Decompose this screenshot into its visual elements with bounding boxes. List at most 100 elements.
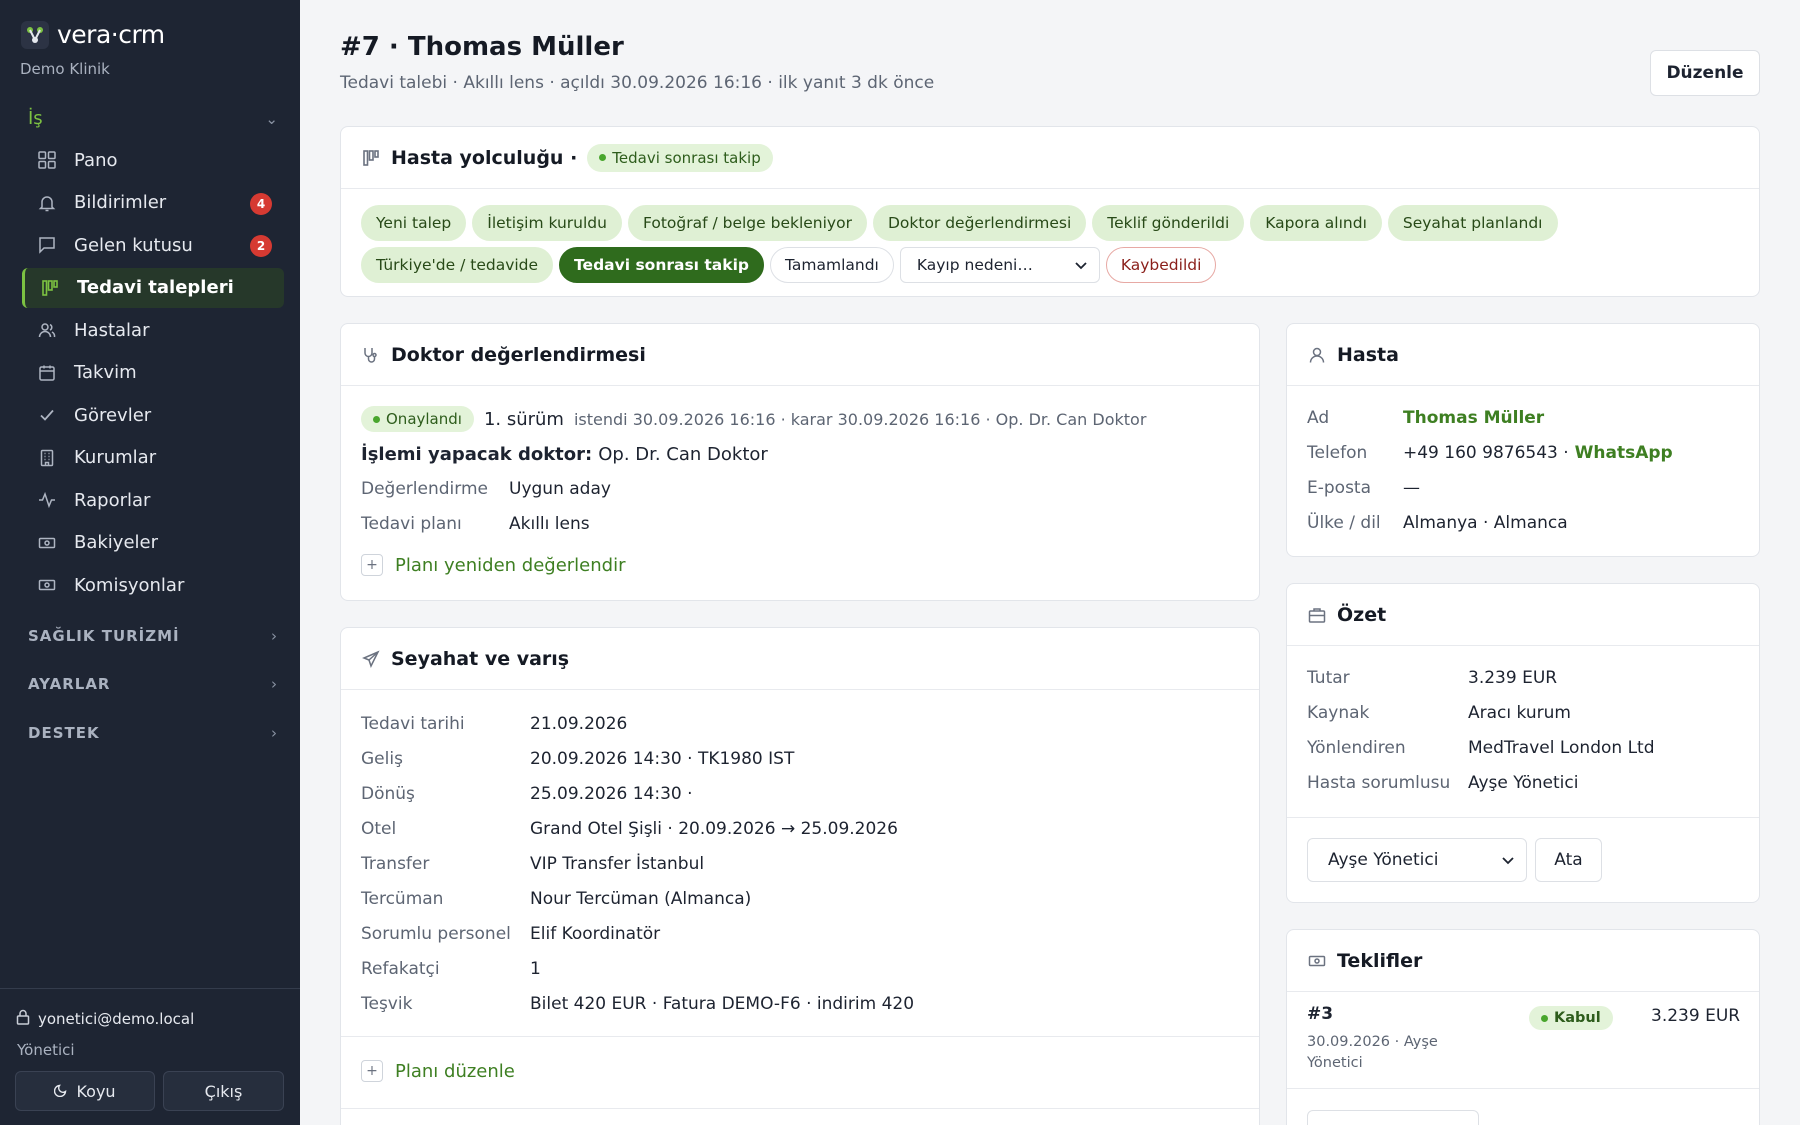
- nav-group-label: AYARLAR: [28, 675, 111, 693]
- sidebar-item-pano[interactable]: Pano: [22, 140, 284, 180]
- summary-row-label: Tutar: [1307, 668, 1350, 688]
- sidebar-item-label: Takvim: [74, 362, 137, 383]
- offer-status-badge: Kabul: [1529, 1006, 1613, 1030]
- user-email: yonetici@demo.local: [16, 1009, 194, 1029]
- nav-group-label: DESTEK: [28, 724, 100, 742]
- stage-button[interactable]: Seyahat planlandı: [1387, 205, 1558, 241]
- sidebar-item-label: Bakiyeler: [74, 532, 159, 553]
- sidebar-item-takvim[interactable]: Takvim: [22, 353, 284, 393]
- summary-row-label: Yönlendiren: [1307, 738, 1406, 758]
- logout-button[interactable]: Çıkış: [163, 1071, 284, 1111]
- stage-button-completed[interactable]: Tamamlandı: [769, 247, 894, 283]
- assignee-select[interactable]: Ayşe Yönetici: [1307, 838, 1527, 882]
- offer-meta: 30.09.2026 · Ayşe Yönetici: [1307, 1034, 1438, 1071]
- travel-row-value: Bilet 420 EUR · Fatura DEMO-F6 · indirim…: [530, 994, 915, 1014]
- new-offer-button[interactable]: [1307, 1110, 1479, 1125]
- stage-button[interactable]: Yeni talep: [361, 205, 467, 241]
- patient-name-link[interactable]: Thomas Müller: [1403, 408, 1544, 428]
- patient-name-label: Ad: [1307, 408, 1330, 428]
- patient-email-row: E-posta —: [1307, 478, 1420, 498]
- card-header: Hasta yolculuğu · Tedavi sonrası takip: [341, 127, 1759, 189]
- travel-row-value: Nour Tercüman (Almanca): [530, 889, 752, 909]
- travel-row-label: Refakatçi: [361, 959, 440, 979]
- whatsapp-link[interactable]: WhatsApp: [1575, 443, 1673, 463]
- calendar-icon: [36, 362, 58, 384]
- card-title: Seyahat ve varış: [391, 647, 570, 670]
- sidebar-item-label: Kurumlar: [74, 447, 157, 468]
- users-icon: [36, 319, 58, 341]
- theme-toggle-label: Koyu: [76, 1081, 116, 1101]
- logout-label: Çıkış: [204, 1081, 243, 1101]
- stage-button[interactable]: Doktor değerlendirmesi: [872, 205, 1087, 241]
- travel-row-label: Dönüş: [361, 784, 415, 804]
- assign-button[interactable]: Ata: [1535, 838, 1602, 882]
- nav-group-ayarlar[interactable]: AYARLAR ›: [28, 675, 278, 693]
- offer-row[interactable]: #3 30.09.2026 · Ayşe Yönetici Kabul 3.23…: [1287, 992, 1759, 1080]
- patient-country-label: Ülke / dil: [1307, 513, 1381, 533]
- sidebar-item-raporlar[interactable]: Raporlar: [22, 480, 284, 520]
- card-title: Özet: [1337, 603, 1387, 626]
- nav-group-destek[interactable]: DESTEK ›: [28, 724, 278, 742]
- summary-row-value: 3.239 EUR: [1468, 668, 1558, 688]
- loss-reason-select[interactable]: Kayıp nedeni…: [899, 247, 1100, 283]
- stage-button-current[interactable]: Tedavi sonrası takip: [559, 247, 764, 283]
- main-content: #7 · Thomas Müller Tedavi talebi · Akıll…: [300, 0, 1800, 1125]
- card-title: Hasta: [1337, 343, 1399, 366]
- chevron-right-icon: ›: [271, 627, 278, 645]
- travel-row-label: Tercüman: [361, 889, 444, 909]
- brand[interactable]: vera·crm: [21, 20, 165, 49]
- user-icon: [1307, 345, 1327, 365]
- edit-button[interactable]: Düzenle: [1650, 50, 1760, 96]
- kanban-icon: [39, 277, 61, 299]
- stage-button-lost[interactable]: Kaybedildi: [1105, 247, 1217, 283]
- travel-row-value: VIP Transfer İstanbul: [530, 854, 705, 874]
- sidebar-footer: yonetici@demo.local Yönetici Koyu Çıkış: [0, 988, 300, 1125]
- sidebar-item-tedavi-talepleri[interactable]: Tedavi talepleri: [22, 267, 284, 308]
- travel-row: Teşvik Bilet 420 EUR · Fatura DEMO-F6 · i…: [361, 994, 914, 1014]
- check-icon: [36, 404, 58, 426]
- theme-toggle-button[interactable]: Koyu: [15, 1071, 155, 1111]
- inbox-count-badge: 2: [250, 235, 272, 257]
- sidebar-item-label: Raporlar: [74, 489, 151, 511]
- sidebar-item-hastalar[interactable]: Hastalar: [22, 310, 284, 350]
- sidebar-item-bildirimler[interactable]: Bildirimler 4: [22, 183, 284, 223]
- evaluation-meta: istendi 30.09.2026 16:16 · karar 30.09.2…: [573, 409, 1147, 429]
- nav-group-saglik-turizmi[interactable]: SAĞLIK TURİZMİ ›: [28, 627, 278, 645]
- travel-row-value: 21.09.2026: [530, 714, 628, 734]
- treatment-plan-row: Tedavi planı Akıllı lens: [361, 514, 590, 534]
- treatment-plan-label: Tedavi planı: [361, 514, 462, 534]
- stage-button[interactable]: Fotoğraf / belge bekleniyor: [627, 205, 867, 241]
- edit-plan-link[interactable]: + Planı düzenle: [361, 1060, 515, 1082]
- patient-phone-row: Telefon +49 160 9876543 · WhatsApp: [1307, 443, 1673, 463]
- sidebar-item-gelen-kutusu[interactable]: Gelen kutusu 2: [22, 225, 284, 265]
- sidebar-item-bakiyeler[interactable]: Bakiyeler: [22, 523, 284, 563]
- card-header: Doktor değerlendirmesi: [341, 324, 1259, 386]
- patient-country-value: Almanya · Almanca: [1403, 513, 1568, 533]
- reevaluate-plan-link[interactable]: + Planı yeniden değerlendir: [361, 554, 626, 576]
- sidebar-item-gorevler[interactable]: Görevler: [22, 395, 284, 435]
- grid-icon: [36, 149, 58, 171]
- offer-amount: 3.239 EUR: [1651, 1006, 1741, 1026]
- loss-reason-select-value: Kayıp nedeni…: [916, 256, 1033, 274]
- summary-row: Tutar 3.239 EUR: [1307, 668, 1557, 688]
- doctor-value: Op. Dr. Can Doktor: [598, 444, 768, 465]
- sidebar-item-komisyonlar[interactable]: Komisyonlar: [22, 565, 284, 605]
- sidebar-item-label: Hastalar: [74, 319, 150, 341]
- stage-button[interactable]: Teklif gönderildi: [1092, 205, 1245, 241]
- banknote-icon: [36, 574, 58, 596]
- doctor-evaluation-card: Doktor değerlendirmesi Onaylandı 1. sürü…: [340, 323, 1260, 601]
- stage-button[interactable]: Türkiye'de / tedavide: [361, 247, 554, 283]
- sidebar-item-label: Tedavi talepleri: [77, 277, 234, 298]
- nav-group-is[interactable]: İş ⌄: [28, 108, 278, 129]
- sidebar-item-kurumlar[interactable]: Kurumlar: [22, 438, 284, 478]
- stage-button[interactable]: İletişim kuruldu: [472, 205, 622, 241]
- stage-list: Yeni talep İletişim kuruldu Fotoğraf / b…: [341, 189, 1759, 283]
- sidebar-item-label: Bildirimler: [74, 192, 167, 213]
- user-email-text: yonetici@demo.local: [38, 1010, 195, 1028]
- stage-button[interactable]: Kapora alındı: [1250, 205, 1382, 241]
- approved-badge-text: Onaylandı: [386, 410, 462, 428]
- evaluation-version: 1. sürüm: [483, 408, 564, 430]
- banknote-icon: [1307, 951, 1327, 971]
- summary-row-value: Ayşe Yönetici: [1468, 773, 1579, 793]
- activity-icon: [36, 489, 58, 511]
